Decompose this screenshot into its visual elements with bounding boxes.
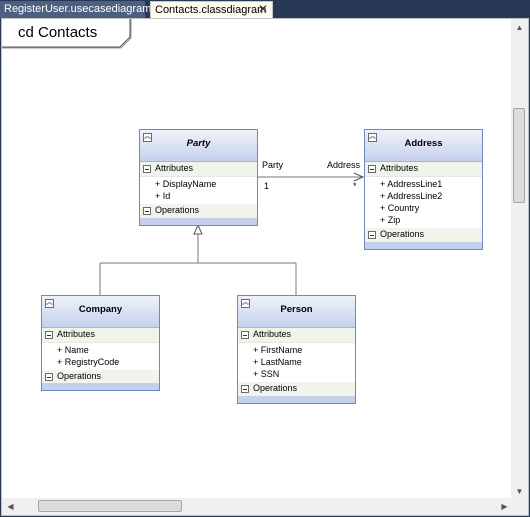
compartment-label: Attributes	[57, 329, 96, 339]
association-target-multiplicity: *	[353, 181, 357, 191]
attribute-item[interactable]: + AddressLine2	[365, 190, 482, 202]
attribute-item[interactable]: + Zip	[365, 214, 482, 226]
attribute-list: + AddressLine1 + AddressLine2 + Country …	[365, 177, 482, 228]
minus-icon[interactable]	[241, 385, 249, 393]
attributes-compartment[interactable]: Attributes	[365, 162, 482, 177]
operations-compartment[interactable]: Operations	[238, 382, 355, 397]
generalization-arrowhead	[193, 223, 203, 235]
scrollbar-corner	[511, 498, 528, 515]
minus-icon[interactable]	[143, 165, 151, 173]
tab-label: RegisterUser.usecasediagram	[4, 3, 152, 15]
minus-icon[interactable]	[368, 231, 376, 239]
minus-icon[interactable]	[45, 331, 53, 339]
tab-contacts-classdiagram[interactable]: Contacts.classdiagram ✕	[150, 1, 273, 18]
attribute-item[interactable]: + RegistryCode	[42, 356, 159, 368]
class-header: ︽ Company	[42, 296, 159, 328]
class-name: Person	[280, 304, 313, 315]
attribute-list: + FirstName + LastName + SSN	[238, 343, 355, 382]
tab-label: Contacts.classdiagram	[155, 4, 267, 16]
scroll-left-icon[interactable]: ◀	[2, 498, 19, 515]
class-party[interactable]: ︽ Party Attributes + DisplayName + Id Op…	[139, 129, 258, 226]
attribute-list: + Name + RegistryCode	[42, 343, 159, 370]
minus-icon[interactable]	[45, 373, 53, 381]
compartment-label: Attributes	[253, 329, 292, 339]
compartment-label: Operations	[155, 205, 200, 215]
association-source-role: Party	[262, 160, 284, 170]
attributes-compartment[interactable]: Attributes	[42, 328, 159, 343]
class-footer	[365, 242, 482, 249]
class-name: Company	[78, 304, 123, 315]
attribute-list: + DisplayName + Id	[140, 177, 257, 204]
attribute-item[interactable]: + DisplayName	[140, 178, 257, 190]
horizontal-scrollbar[interactable]: ◀ ▶	[2, 498, 513, 515]
compartment-label: Operations	[380, 229, 425, 239]
horizontal-scroll-thumb[interactable]	[38, 500, 182, 512]
attribute-item[interactable]: + Id	[140, 190, 257, 202]
minus-icon[interactable]	[368, 165, 376, 173]
compartment-label: Operations	[57, 371, 102, 381]
attribute-item[interactable]: + Name	[42, 344, 159, 356]
tab-register-user-usecasediagram[interactable]: RegisterUser.usecasediagram	[0, 1, 151, 18]
operations-compartment[interactable]: Operations	[140, 204, 257, 219]
attributes-compartment[interactable]: Attributes	[140, 162, 257, 177]
close-icon[interactable]: ✕	[258, 2, 268, 17]
class-footer	[42, 383, 159, 390]
attribute-item[interactable]: + Country	[365, 202, 482, 214]
operations-compartment[interactable]: Operations	[365, 228, 482, 243]
minus-icon[interactable]	[241, 331, 249, 339]
association-target-role: Address	[327, 160, 361, 170]
attribute-item[interactable]: + FirstName	[238, 344, 355, 356]
scroll-up-icon[interactable]: ▲	[511, 19, 528, 36]
class-name: Party	[186, 138, 211, 149]
attribute-item[interactable]: + SSN	[238, 368, 355, 380]
class-footer	[238, 396, 355, 403]
attribute-item[interactable]: + LastName	[238, 356, 355, 368]
diagram-canvas[interactable]: cd Contacts Party Address 1 * ︽ Party At…	[1, 18, 529, 516]
class-name: Address	[404, 138, 443, 149]
class-footer	[140, 218, 257, 225]
document-tab-strip: RegisterUser.usecasediagram Contacts.cla…	[0, 0, 530, 18]
class-person[interactable]: ︽ Person Attributes + FirstName + LastNa…	[237, 295, 356, 404]
compartment-label: Operations	[253, 383, 298, 393]
class-header: ︽ Person	[238, 296, 355, 328]
compartment-label: Attributes	[155, 163, 194, 173]
connectors-layer	[99, 172, 365, 295]
attributes-compartment[interactable]: Attributes	[238, 328, 355, 343]
class-header: ︽ Address	[365, 130, 482, 162]
attribute-item[interactable]: + AddressLine1	[365, 178, 482, 190]
class-address[interactable]: ︽ Address Attributes + AddressLine1 + Ad…	[364, 129, 483, 250]
class-header: ︽ Party	[140, 130, 257, 162]
association-source-multiplicity: 1	[264, 181, 270, 191]
vertical-scrollbar[interactable]: ▲ ▼	[511, 19, 528, 500]
class-company[interactable]: ︽ Company Attributes + Name + RegistryCo…	[41, 295, 160, 391]
minus-icon[interactable]	[143, 207, 151, 215]
compartment-label: Attributes	[380, 163, 419, 173]
vertical-scroll-thumb[interactable]	[513, 108, 525, 203]
